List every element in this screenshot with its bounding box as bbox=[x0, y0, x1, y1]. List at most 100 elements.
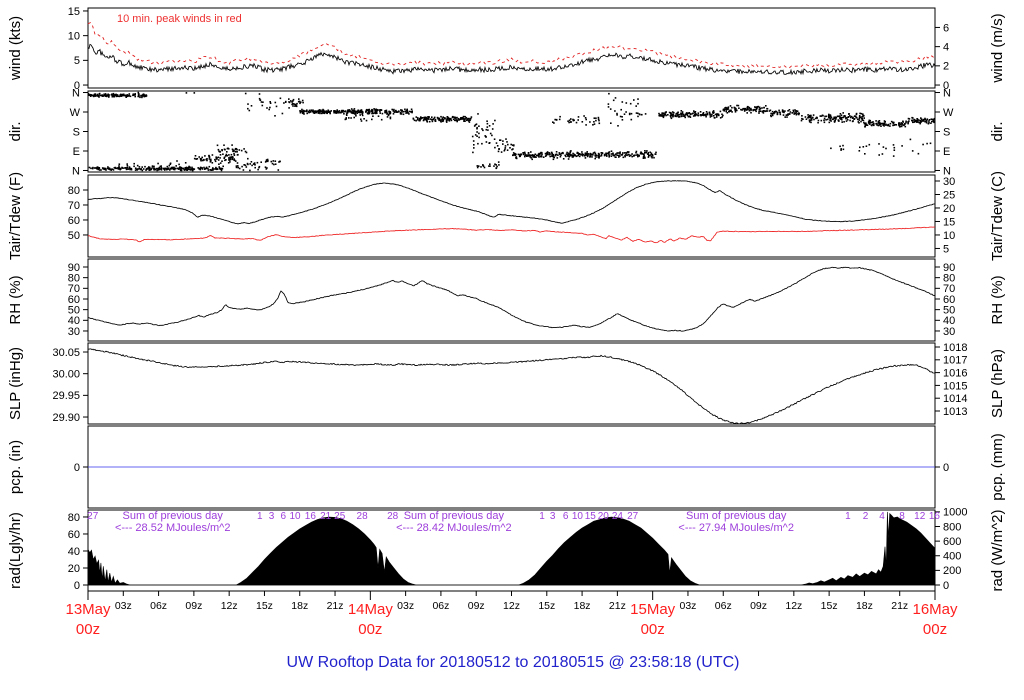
dir-dot bbox=[764, 110, 767, 113]
dir-dot bbox=[154, 168, 156, 171]
dir-dot bbox=[635, 105, 637, 107]
dir-dot bbox=[680, 115, 683, 118]
dir-dot bbox=[515, 157, 517, 159]
dir-dot bbox=[380, 109, 383, 111]
right-tick-label: 800 bbox=[943, 521, 961, 533]
dir-dot bbox=[614, 156, 617, 158]
dir-dot bbox=[486, 122, 489, 125]
dir-dot bbox=[673, 111, 675, 114]
dir-dot bbox=[637, 155, 639, 158]
panel-borders bbox=[87, 7, 936, 592]
dir-dot bbox=[626, 151, 629, 153]
dir-dot bbox=[236, 151, 238, 153]
dir-dot bbox=[817, 119, 820, 122]
rad-sum-value: <--- 28.42 MJoules/m^2 bbox=[396, 522, 512, 534]
dir-dot bbox=[862, 119, 865, 122]
dir-dot bbox=[808, 119, 811, 122]
dir-dot bbox=[539, 155, 542, 158]
dir-dot bbox=[446, 119, 448, 121]
date-label: 15May bbox=[630, 601, 676, 618]
dir-dot bbox=[667, 114, 669, 116]
dir-dot bbox=[303, 113, 305, 115]
dir-dot bbox=[512, 154, 514, 157]
dir-dot bbox=[537, 153, 540, 155]
dir-dot bbox=[381, 112, 384, 115]
dir-dot bbox=[901, 145, 903, 147]
dir-dot bbox=[509, 147, 511, 149]
dir-dot bbox=[552, 158, 555, 161]
dir-dot bbox=[585, 124, 587, 126]
dir-dot bbox=[156, 167, 159, 170]
dir-dot bbox=[378, 109, 381, 111]
dir-dot bbox=[844, 115, 847, 117]
dir-dot bbox=[266, 160, 269, 163]
dir-dot bbox=[839, 145, 841, 148]
dir-dot bbox=[683, 115, 685, 117]
left-tick-label: 80 bbox=[68, 512, 80, 524]
dir-dot bbox=[852, 120, 854, 122]
dir-dot bbox=[198, 156, 200, 158]
dir-dot bbox=[467, 120, 470, 122]
left-tick-label: 0 bbox=[74, 462, 80, 474]
dir-dot bbox=[700, 114, 702, 117]
dir-dot bbox=[184, 167, 187, 170]
dir-dot bbox=[684, 113, 687, 116]
dir-dot bbox=[527, 152, 530, 154]
wind-left-axis-label: wind (kts) bbox=[7, 16, 24, 81]
dir-dot bbox=[442, 116, 444, 118]
dir-dot bbox=[201, 156, 203, 159]
dir-dot bbox=[618, 156, 620, 158]
dir-dot bbox=[865, 145, 868, 147]
dir-dot bbox=[438, 117, 441, 120]
dir-dot bbox=[641, 113, 643, 116]
dir-dot bbox=[693, 110, 695, 112]
curve-tdew_f bbox=[87, 226, 936, 244]
dir-dot bbox=[409, 110, 411, 113]
dir-dot bbox=[107, 166, 109, 168]
dir-dot bbox=[94, 93, 96, 95]
dir-dot bbox=[692, 112, 694, 115]
dir-dot bbox=[388, 110, 390, 113]
right-tick-label: 70 bbox=[943, 283, 955, 295]
dir-dot bbox=[612, 99, 615, 102]
hour-label: 09z bbox=[185, 600, 202, 612]
dir-dot bbox=[262, 101, 264, 103]
hour-label: 18z bbox=[856, 600, 873, 612]
dir-dot bbox=[699, 111, 702, 113]
rad-progress-number: 28 bbox=[357, 511, 369, 522]
dir-dot bbox=[133, 165, 135, 168]
dir-dot bbox=[625, 154, 627, 156]
dir-dot bbox=[755, 110, 757, 113]
dir-dot bbox=[639, 113, 641, 116]
dir-dot bbox=[833, 117, 835, 119]
dir-dot bbox=[644, 113, 647, 115]
dir-dot bbox=[481, 142, 483, 145]
dir-dot bbox=[709, 114, 712, 116]
rad-right-axis-label: rad (W/m^2) bbox=[989, 509, 1006, 591]
date-label: 13May bbox=[65, 601, 111, 618]
dir-dot bbox=[586, 154, 588, 156]
dir-dot bbox=[610, 122, 612, 124]
dir-dot bbox=[384, 111, 387, 114]
dir-dot bbox=[637, 102, 639, 105]
dir-dot bbox=[113, 167, 116, 169]
dir-dot bbox=[801, 115, 803, 117]
dir-dot bbox=[186, 169, 188, 171]
dir-dot bbox=[860, 112, 863, 115]
dir-dot bbox=[791, 112, 793, 114]
dir-dot bbox=[124, 94, 126, 97]
dir-dot bbox=[875, 120, 877, 122]
left-tick-label: 60 bbox=[68, 294, 80, 306]
dir-dot bbox=[216, 144, 219, 147]
dir-dot bbox=[153, 167, 155, 170]
dir-dot bbox=[663, 112, 665, 114]
dir-dot bbox=[893, 149, 896, 151]
dir-dot bbox=[807, 116, 810, 119]
dir-dot bbox=[361, 114, 364, 117]
dir-dot bbox=[841, 118, 843, 121]
dir-dot bbox=[379, 110, 381, 113]
dir-dot bbox=[633, 99, 635, 101]
dir-dot bbox=[101, 94, 104, 96]
dir-dot bbox=[464, 120, 466, 122]
dir-dot bbox=[178, 163, 180, 166]
